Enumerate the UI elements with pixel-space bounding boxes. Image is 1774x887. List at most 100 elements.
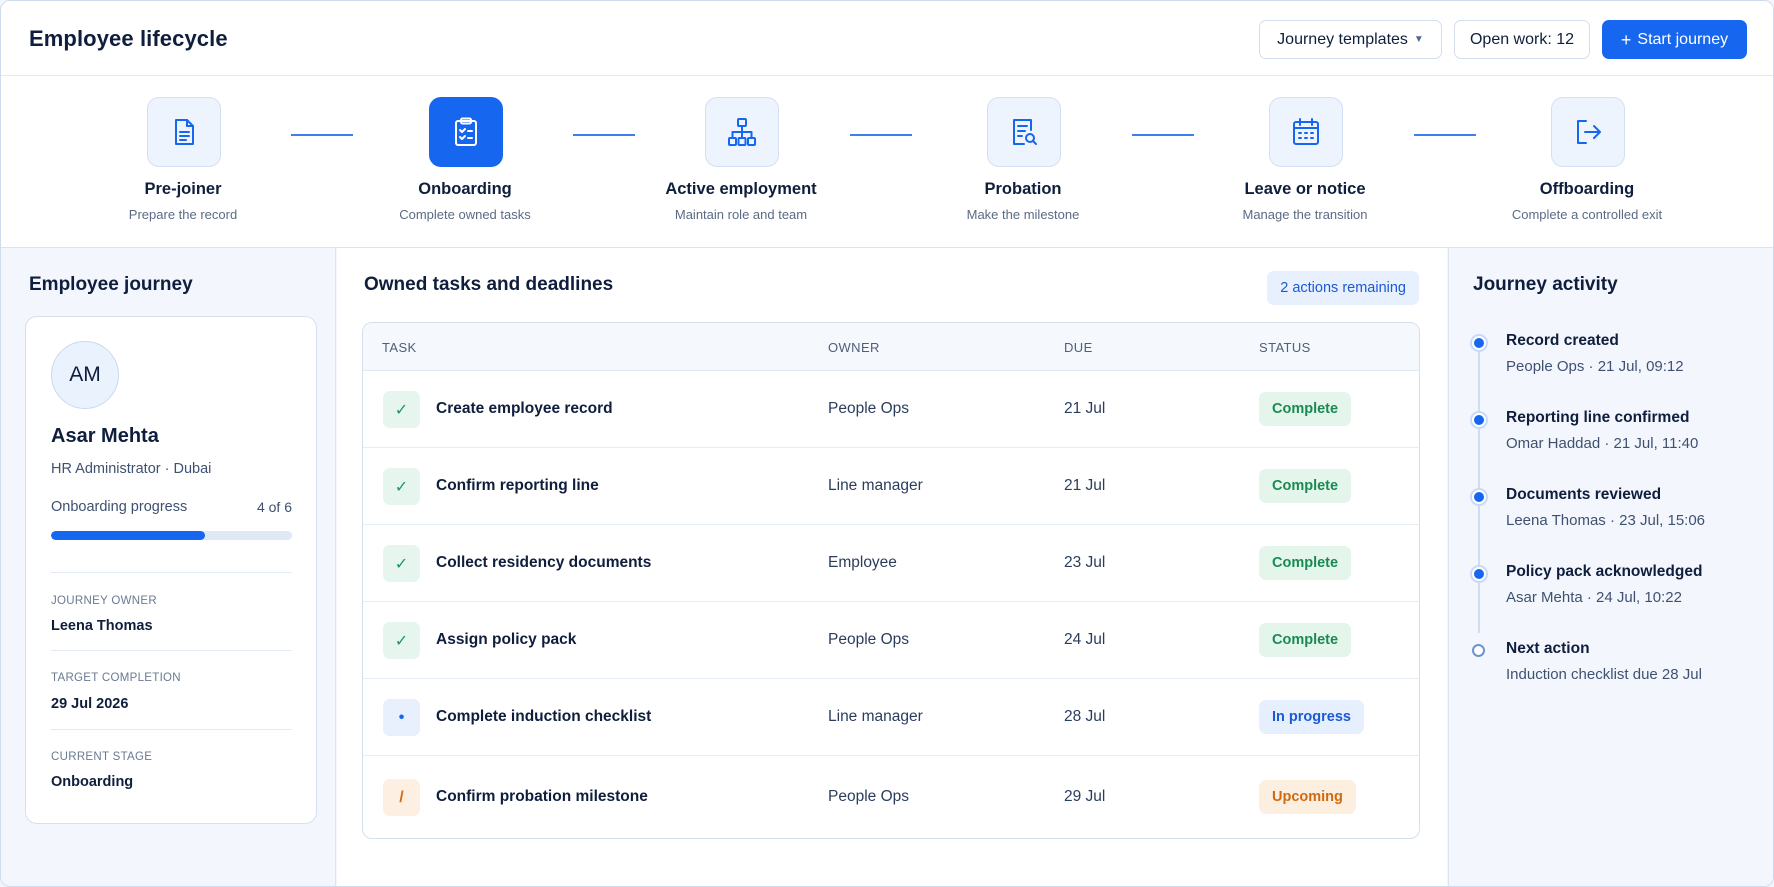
activity-detail: Leena Thomas · 23 Jul, 15:06 xyxy=(1506,512,1706,529)
avatar: AM xyxy=(51,341,119,409)
table-row[interactable]: ✓ Assign policy pack People Ops 24 Jul C… xyxy=(363,602,1419,679)
timeline-dot-icon xyxy=(1472,336,1486,350)
task-owner: Employee xyxy=(828,554,897,571)
step-connector xyxy=(1414,134,1476,136)
table-row[interactable]: • Complete induction checklist Line mana… xyxy=(363,679,1419,756)
step-connector xyxy=(850,134,912,136)
caret-down-icon: ▼ xyxy=(1413,34,1424,45)
task-due: 21 Jul xyxy=(1064,400,1106,417)
step-label: Leave or notice xyxy=(1244,180,1366,198)
upcoming-slash-icon: / xyxy=(383,779,420,816)
step-subtitle: Prepare the record xyxy=(128,207,238,222)
step-subtitle: Maintain role and team xyxy=(674,207,808,222)
timeline-pending-dot-icon xyxy=(1472,644,1485,657)
task-due: 29 Jul xyxy=(1064,788,1106,805)
step-subtitle: Manage the transition xyxy=(1242,207,1368,222)
task-name: Confirm probation milestone xyxy=(436,788,648,805)
task-owner: People Ops xyxy=(828,788,909,805)
clipboard-check-icon xyxy=(429,97,503,167)
step-connector xyxy=(573,134,635,136)
journey-activity-title: Journey activity xyxy=(1473,274,1618,295)
document-icon xyxy=(147,97,221,167)
step-label: Pre-joiner xyxy=(144,180,222,198)
org-chart-icon xyxy=(705,97,779,167)
employee-journey-title: Employee journey xyxy=(29,274,193,295)
task-due: 24 Jul xyxy=(1064,631,1106,648)
task-owner: People Ops xyxy=(828,400,909,417)
status-badge: Complete xyxy=(1259,469,1352,503)
journey-owner-label: JOURNEY OWNER xyxy=(51,595,157,607)
column-header-owner[interactable]: OWNER xyxy=(828,340,880,355)
employee-journey-panel: Employee journey AM Asar Mehta HR Admini… xyxy=(1,248,336,886)
column-header-status[interactable]: STATUS xyxy=(1259,340,1311,355)
status-badge: Complete xyxy=(1259,546,1352,580)
start-journey-label: Start journey xyxy=(1637,30,1729,48)
journey-templates-button[interactable]: Journey templates ▼ xyxy=(1259,20,1442,59)
activity-title: Policy pack acknowledged xyxy=(1506,563,1703,580)
status-badge: In progress xyxy=(1259,700,1364,734)
check-icon: ✓ xyxy=(383,545,420,582)
step-connector xyxy=(291,134,353,136)
journey-templates-label: Journey templates xyxy=(1277,30,1408,48)
progress-bar xyxy=(51,531,292,540)
progress-bar-fill xyxy=(51,531,206,540)
open-work-button[interactable]: Open work: 12 xyxy=(1454,20,1590,59)
timeline-dot-icon xyxy=(1472,567,1486,581)
table-row[interactable]: / Confirm probation milestone People Ops… xyxy=(363,756,1419,838)
table-header: TASK OWNER DUE STATUS xyxy=(363,323,1419,371)
step-connector xyxy=(1132,134,1194,136)
divider xyxy=(51,650,292,651)
step-subtitle: Make the milestone xyxy=(966,207,1080,222)
task-due: 23 Jul xyxy=(1064,554,1106,571)
task-name: Collect residency documents xyxy=(436,554,652,571)
check-icon: ✓ xyxy=(383,391,420,428)
status-badge: Complete xyxy=(1259,392,1352,426)
actions-remaining-badge: 2 actions remaining xyxy=(1267,271,1419,305)
table-row[interactable]: ✓ Confirm reporting line Line manager 21… xyxy=(363,448,1419,525)
task-owner: Line manager xyxy=(828,477,923,494)
check-icon: ✓ xyxy=(383,622,420,659)
employee-name: Asar Mehta xyxy=(51,425,159,447)
status-badge: Upcoming xyxy=(1259,780,1356,814)
step-label: Active employment xyxy=(665,180,817,198)
current-stage-value: Onboarding xyxy=(51,774,134,790)
activity-title: Reporting line confirmed xyxy=(1506,409,1690,426)
column-header-due[interactable]: DUE xyxy=(1064,340,1093,355)
task-name: Complete induction checklist xyxy=(436,708,652,725)
divider xyxy=(51,572,292,573)
page-title: Employee lifecycle xyxy=(29,26,228,51)
divider xyxy=(51,729,292,730)
task-due: 28 Jul xyxy=(1064,708,1106,725)
timeline-dot-icon xyxy=(1472,413,1486,427)
tasks-table: TASK OWNER DUE STATUS ✓ Create employee … xyxy=(362,322,1420,839)
activity-title: Record created xyxy=(1506,332,1619,349)
progress-count: 4 of 6 xyxy=(256,499,292,515)
column-header-task[interactable]: TASK xyxy=(382,340,417,355)
table-row[interactable]: ✓ Collect residency documents Employee 2… xyxy=(363,525,1419,602)
open-work-label: Open work: 12 xyxy=(1469,30,1575,48)
step-label: Onboarding xyxy=(418,180,512,198)
task-name: Create employee record xyxy=(436,400,613,417)
exit-icon xyxy=(1551,97,1625,167)
task-name: Confirm reporting line xyxy=(436,477,599,494)
activity-detail: Induction checklist due 28 Jul xyxy=(1506,666,1702,683)
table-row[interactable]: ✓ Create employee record People Ops 21 J… xyxy=(363,371,1419,448)
task-owner: Line manager xyxy=(828,708,923,725)
step-subtitle: Complete owned tasks xyxy=(399,207,531,222)
timeline-line xyxy=(1478,340,1480,633)
target-completion-value: 29 Jul 2026 xyxy=(51,696,129,712)
status-badge: Complete xyxy=(1259,623,1352,657)
owned-tasks-title: Owned tasks and deadlines xyxy=(364,274,614,295)
step-subtitle: Complete a controlled exit xyxy=(1511,207,1663,222)
task-owner: People Ops xyxy=(828,631,909,648)
document-review-icon xyxy=(987,97,1061,167)
step-label: Probation xyxy=(984,180,1062,198)
in-progress-dot-icon: • xyxy=(383,699,420,736)
timeline-dot-icon xyxy=(1472,490,1486,504)
task-name: Assign policy pack xyxy=(436,631,577,648)
activity-detail: Omar Haddad · 21 Jul, 11:40 xyxy=(1506,435,1699,452)
employee-profile-card: AM Asar Mehta HR Administrator · Dubai O… xyxy=(25,316,317,824)
lifecycle-stepper: Pre-joiner Prepare the record Onboarding… xyxy=(1,76,1773,248)
progress-label: Onboarding progress xyxy=(51,499,188,515)
start-journey-button[interactable]: + Start journey xyxy=(1602,20,1747,59)
